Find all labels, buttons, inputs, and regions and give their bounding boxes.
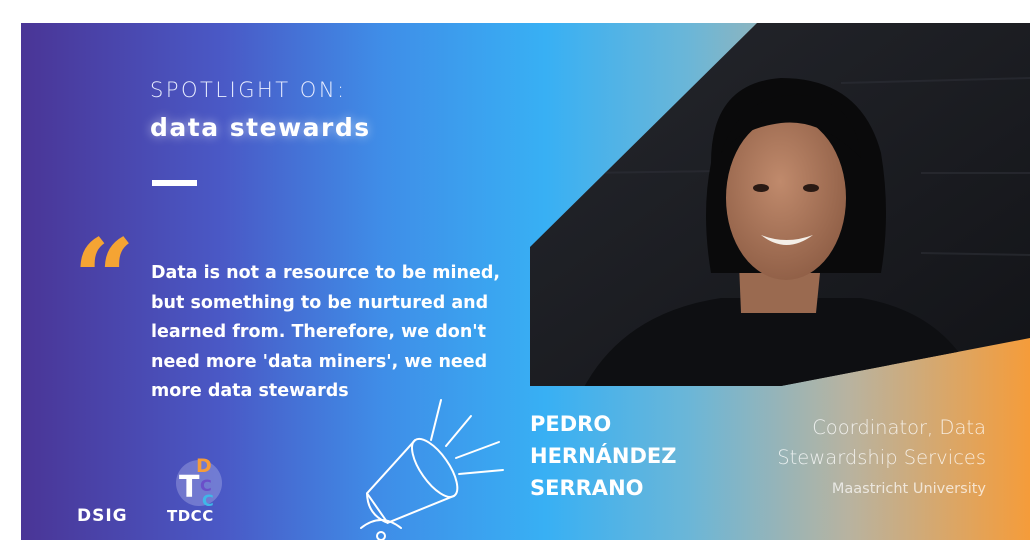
tdcc-mark-letter: T [179, 470, 200, 505]
person-organization: Maastricht University [831, 481, 986, 497]
spotlight-icon [360, 399, 504, 540]
person-name-line: SERRANO [530, 476, 644, 500]
page-title: data stewards [150, 113, 371, 142]
person-role: Coordinator, Data Stewardship Services [777, 413, 986, 473]
title-divider [152, 180, 197, 186]
person-name-line: PEDRO [530, 412, 612, 436]
tdcc-logo-label: TDCC [167, 507, 214, 525]
eyebrow-label: SPOTLIGHT ON: [150, 78, 347, 102]
person-role-line: Coordinator, Data [812, 416, 986, 439]
tdcc-logo: D T C C TDCC [167, 453, 229, 531]
dsig-logo: DSIG [77, 506, 128, 526]
person-name-line: HERNÁNDEZ [530, 444, 677, 468]
person-role-line: Stewardship Services [777, 446, 986, 469]
tdcc-logo-icon: D T C C [176, 455, 222, 509]
spotlight-card: SPOTLIGHT ON: data stewards “ Data is no… [21, 23, 1030, 540]
quote-mark-icon: “ [73, 216, 136, 342]
person-name: PEDRO HERNÁNDEZ SERRANO [530, 408, 677, 504]
